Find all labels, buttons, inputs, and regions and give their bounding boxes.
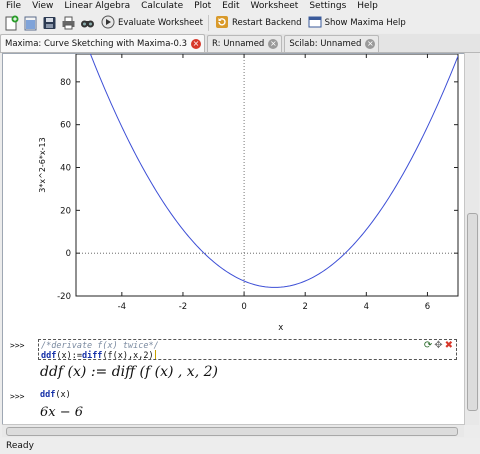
- y-axis-label: 3*x^2-6*x-13: [38, 137, 47, 192]
- vertical-scrollbar[interactable]: [464, 53, 479, 425]
- status-text: Ready: [6, 441, 34, 451]
- tab-label: Scilab: Unnamed: [289, 39, 362, 49]
- menu-file[interactable]: File: [0, 0, 26, 13]
- close-icon[interactable]: ×: [191, 38, 201, 49]
- print-icon[interactable]: [60, 15, 76, 31]
- y-tick-label: 0: [66, 249, 71, 259]
- x-tick-label: 2: [302, 302, 307, 312]
- close-icon[interactable]: ×: [365, 39, 376, 49]
- command-cell[interactable]: ddf(x): [40, 390, 71, 400]
- evaluate-icon: [101, 15, 115, 32]
- scroll-thumb[interactable]: [467, 213, 478, 411]
- x-tick-label: 4: [364, 302, 369, 312]
- menu-linear-algebra[interactable]: Linear Algebra: [58, 0, 135, 13]
- evaluate-worksheet-button[interactable]: Evaluate Worksheet: [101, 14, 203, 32]
- close-icon[interactable]: ×: [268, 39, 279, 49]
- evaluate-worksheet-label: Evaluate Worksheet: [118, 18, 203, 28]
- menu-help[interactable]: Help: [351, 0, 383, 13]
- cell-output: 6x − 6: [40, 405, 84, 420]
- move-cell-icon[interactable]: ✥: [434, 341, 442, 351]
- help-icon: [308, 15, 322, 32]
- save-icon[interactable]: [41, 15, 57, 31]
- command-cell[interactable]: /*derivate f(x) twice*/ ddf(x):=diff(f(x…: [38, 339, 457, 361]
- x-axis-label: x: [278, 323, 283, 333]
- plot-output: -20020406080-4 -2 0 2 4 6x3*x^2-6*x-13: [38, 54, 459, 333]
- x-tick-label: -4: [118, 302, 126, 312]
- menu-bar: File View Linear Algebra Calculate Plot …: [0, 0, 480, 13]
- worksheet-area[interactable]: -20 0 20 40 60 80 -4 -2 0 2 4 6 x 3*x^2-6*x-13 >>> /*…: [2, 53, 465, 425]
- open-document-icon[interactable]: [22, 15, 38, 31]
- y-tick-label: -20: [57, 292, 71, 302]
- tab-maxima[interactable]: Maxima: Curve Sketching with Maxima-0.3 …: [0, 34, 205, 52]
- menu-calculate[interactable]: Calculate: [135, 0, 188, 13]
- cell-prompt: >>>: [10, 341, 25, 350]
- menu-edit[interactable]: Edit: [216, 0, 244, 13]
- remove-cell-icon[interactable]: ✖: [445, 341, 453, 351]
- tab-label: Maxima: Curve Sketching with Maxima-0.3: [5, 38, 187, 49]
- worksheet-tabs: Maxima: Curve Sketching with Maxima-0.3 …: [0, 34, 480, 53]
- x-tick-label: -2: [179, 302, 187, 312]
- tab-r[interactable]: R: Unnamed ×: [207, 35, 283, 52]
- menu-view[interactable]: View: [26, 0, 58, 13]
- restart-backend-button[interactable]: Restart Backend: [215, 14, 302, 32]
- tab-scilab[interactable]: Scilab: Unnamed ×: [284, 35, 380, 52]
- new-document-icon[interactable]: [3, 15, 19, 31]
- evaluate-cell-icon[interactable]: ⟳: [424, 341, 432, 351]
- y-tick-label: 80: [60, 78, 71, 88]
- toolbar-separator: [207, 15, 209, 31]
- scroll-thumb[interactable]: [6, 427, 458, 436]
- tab-label: R: Unnamed: [212, 39, 265, 49]
- cell-prompt: >>>: [10, 392, 25, 401]
- status-bar: Ready: [0, 438, 480, 454]
- menu-plot[interactable]: Plot: [188, 0, 216, 13]
- restart-backend-label: Restart Backend: [231, 18, 302, 28]
- horizontal-scrollbar[interactable]: [2, 424, 464, 437]
- code-line[interactable]: ddf(x):=diff(f(x),x,2): [41, 350, 156, 361]
- cell-output: ddf (x) := diff (f (x) , x, 2): [40, 364, 218, 380]
- show-maxima-help-button[interactable]: Show Maxima Help: [308, 14, 406, 32]
- restart-icon: [215, 15, 229, 32]
- cell-tools: ⟳ ✥ ✖: [424, 341, 453, 351]
- toolbar: Evaluate Worksheet Restart Backend Show …: [0, 13, 480, 33]
- find-icon[interactable]: [79, 15, 95, 31]
- x-tick-label: 0: [241, 302, 246, 312]
- y-tick-label: 20: [60, 206, 71, 216]
- y-tick-label: 40: [60, 164, 71, 174]
- show-maxima-help-label: Show Maxima Help: [324, 18, 406, 28]
- function-curve: [89, 54, 458, 288]
- y-tick-label: 60: [60, 121, 71, 131]
- menu-settings[interactable]: Settings: [303, 0, 351, 13]
- x-tick-label: 6: [425, 302, 430, 312]
- menu-worksheet[interactable]: Worksheet: [245, 0, 304, 13]
- text-cursor: [154, 350, 156, 359]
- plot-frame: [75, 54, 459, 297]
